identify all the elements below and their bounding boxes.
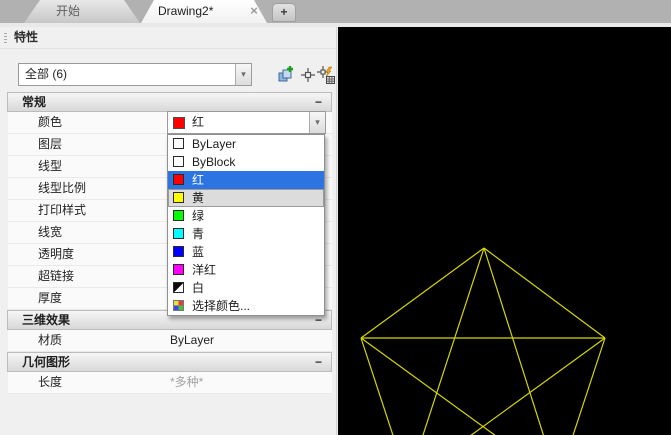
tab-start[interactable]: 开始 xyxy=(24,0,140,23)
color-swatch xyxy=(173,174,184,185)
color-dropdown-item-label: 洋红 xyxy=(192,263,217,277)
selection-filter-value: 全部 (6) xyxy=(25,67,68,81)
color-value-combo[interactable]: 红 ▾ xyxy=(167,111,326,134)
cad-line-entity[interactable] xyxy=(360,337,408,435)
color-dropdown-item-label: 黄 xyxy=(192,191,205,205)
file-tab-bar: 开始 Drawing2* × + xyxy=(0,0,671,23)
color-swatch xyxy=(173,138,184,149)
property-row-length[interactable]: 长度 *多种* xyxy=(8,372,332,394)
color-swatch xyxy=(173,300,184,311)
palette-title-bar[interactable]: 特性 xyxy=(0,27,336,49)
color-dropdown-list: ByLayer ByBlock 红 黄 绿 青 蓝 洋红 白 选择颜色... xyxy=(167,134,325,316)
property-label: 颜色 xyxy=(38,115,63,129)
color-value: 红 xyxy=(192,115,205,129)
property-label: 图层 xyxy=(38,137,63,151)
color-swatch xyxy=(173,156,184,167)
property-label: 线型比例 xyxy=(38,181,87,195)
color-dropdown-item[interactable]: 青 xyxy=(168,225,324,243)
color-dropdown-item[interactable]: 红 xyxy=(168,171,324,189)
color-swatch xyxy=(173,210,184,221)
cad-line-entity[interactable] xyxy=(558,337,606,435)
collapse-minus-icon[interactable]: − xyxy=(315,93,322,111)
color-dropdown-item[interactable]: 选择颜色... xyxy=(168,297,324,315)
property-label: 材质 xyxy=(38,333,63,347)
close-tab-icon[interactable]: × xyxy=(246,3,262,19)
section-title: 常规 xyxy=(22,95,47,109)
cad-line-entity[interactable] xyxy=(360,247,485,339)
color-swatch xyxy=(173,117,185,129)
collapse-minus-icon[interactable]: − xyxy=(315,353,322,371)
color-dropdown-item-label: 蓝 xyxy=(192,245,205,259)
color-swatch xyxy=(173,282,184,293)
select-objects-icon[interactable] xyxy=(298,65,318,85)
property-label: 线型 xyxy=(38,159,63,173)
new-tab-button[interactable]: + xyxy=(272,3,296,22)
color-dropdown-item-label: 白 xyxy=(192,281,205,295)
cad-line-entity[interactable] xyxy=(408,337,606,435)
section-header-geometry[interactable]: 几何图形 − xyxy=(7,352,332,372)
property-label: 打印样式 xyxy=(38,203,87,217)
color-swatch xyxy=(173,246,184,257)
palette-title: 特性 xyxy=(14,30,39,44)
selection-filter-combo[interactable]: 全部 (6) ▾ xyxy=(18,63,252,86)
color-dropdown-item-label: 绿 xyxy=(192,209,205,223)
property-label: 厚度 xyxy=(38,291,63,305)
drawing-canvas[interactable] xyxy=(338,27,671,435)
quick-select-icon[interactable] xyxy=(276,65,296,85)
color-dropdown-item[interactable]: 洋红 xyxy=(168,261,324,279)
color-dropdown-item-label: 红 xyxy=(192,173,205,187)
color-dropdown-item[interactable]: 蓝 xyxy=(168,243,324,261)
length-value: *多种* xyxy=(170,375,204,389)
color-swatch xyxy=(173,264,184,275)
chevron-down-icon[interactable]: ▾ xyxy=(235,64,251,85)
property-label: 透明度 xyxy=(38,247,75,261)
cad-line-entity[interactable] xyxy=(483,247,606,339)
pentagon-star-drawing xyxy=(360,247,606,435)
color-dropdown-item-label: 青 xyxy=(192,227,205,241)
property-label: 线宽 xyxy=(38,225,63,239)
material-value[interactable]: ByLayer xyxy=(170,330,214,351)
section-title: 几何图形 xyxy=(22,355,71,369)
chevron-down-icon[interactable]: ▾ xyxy=(309,112,325,133)
property-label: 超链接 xyxy=(38,269,75,283)
color-dropdown-item-label: ByLayer xyxy=(192,137,237,151)
color-dropdown-item[interactable]: 绿 xyxy=(168,207,324,225)
color-dropdown-item[interactable]: 黄 xyxy=(168,189,324,207)
color-dropdown-item-label: ByBlock xyxy=(192,155,236,169)
drag-grip-icon[interactable] xyxy=(4,33,7,44)
color-dropdown-item[interactable]: ByLayer xyxy=(168,135,324,153)
toggle-pickadd-icon[interactable] xyxy=(316,65,336,85)
color-swatch xyxy=(173,228,184,239)
property-label: 长度 xyxy=(38,375,63,389)
property-row-material[interactable]: 材质 ByLayer xyxy=(8,330,332,352)
section-title: 三维效果 xyxy=(22,313,71,327)
color-dropdown-item[interactable]: 白 xyxy=(168,279,324,297)
color-dropdown-item[interactable]: ByBlock xyxy=(168,153,324,171)
app-window: { "tab_bar": { "start_tab": "开始", "activ… xyxy=(0,0,671,435)
color-dropdown-item-label: 选择颜色... xyxy=(192,299,251,313)
color-swatch xyxy=(173,192,184,203)
section-header-general[interactable]: 常规 − xyxy=(7,92,332,112)
